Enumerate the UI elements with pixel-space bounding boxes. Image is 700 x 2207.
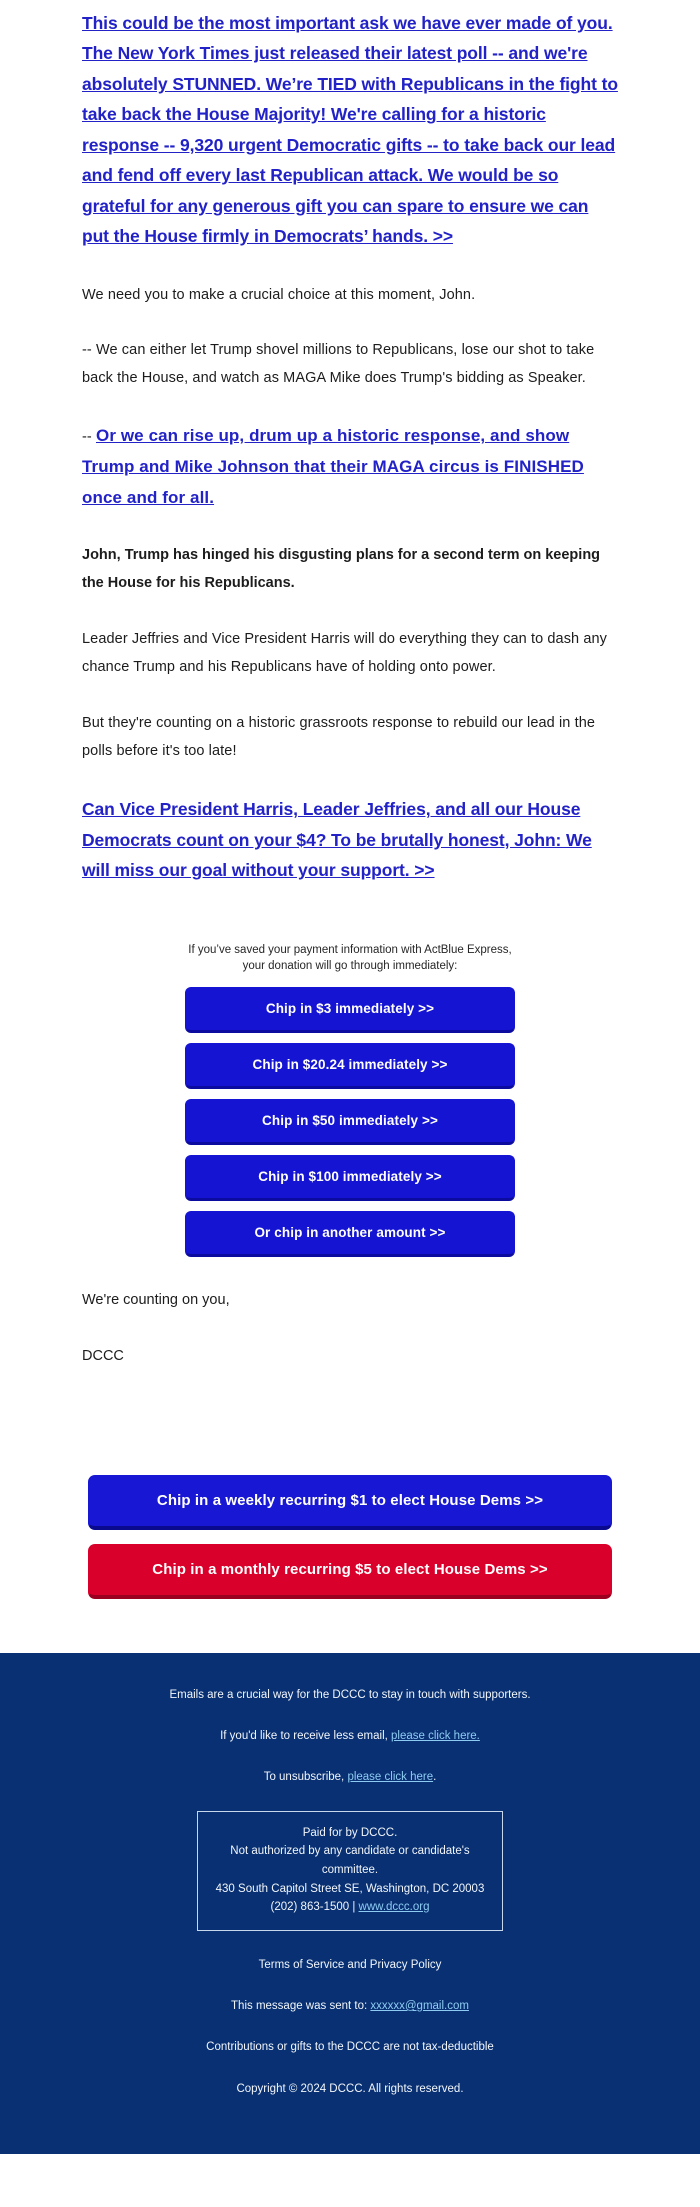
less-email-link[interactable]: please click here.: [391, 1730, 480, 1742]
signoff-organization: DCCC: [82, 1347, 124, 1364]
paragraph-jeffries-harris: Leader Jeffries and Vice President Harri…: [82, 631, 608, 676]
footer-copyright-line: Copyright © 2024 DCCC. All rights reserv…: [236, 2082, 464, 2095]
signoff-line: We're counting on you,: [82, 1291, 230, 1308]
top-spacer: [82, 0, 618, 8]
website-link[interactable]: www.dccc.org: [359, 1901, 430, 1913]
unsubscribe-text: To unsubscribe,: [263, 1771, 348, 1784]
unsubscribe-period: .: [433, 1771, 437, 1784]
donate-button-other[interactable]: Or chip in another amount >>: [185, 1210, 515, 1257]
recurring-weekly-button[interactable]: Chip in a weekly recurring $1 to elect H…: [88, 1474, 612, 1530]
donate-button-50[interactable]: Chip in $50 immediately >>: [185, 1098, 515, 1145]
less-email-text: If you'd like to receive less email,: [220, 1730, 392, 1743]
rise-up-link[interactable]: Or we can rise up, drum up a historic re…: [82, 426, 584, 507]
paragraph-trump-plans: John, Trump has hinged his disgusting pl…: [82, 547, 601, 592]
paragraph-crucial-choice: We need you to make a crucial choice at …: [82, 286, 476, 303]
cta-count-on-you-link[interactable]: Can Vice President Harris, Leader Jeffri…: [82, 794, 618, 885]
address-line: 430 South Capitol Street SE, Washington,…: [215, 1882, 485, 1895]
pre-footer-spacer: [0, 1599, 700, 1653]
unsubscribe-link[interactable]: please click here: [347, 1771, 433, 1783]
paragraph-rise-up: -- Or we can rise up, drum up a historic…: [82, 421, 618, 514]
paragraph-either-option: -- We can either let Trump shovel millio…: [82, 342, 595, 387]
footer-sent-to-line: This message was sent to: xxxxxx@gmail.c…: [40, 1998, 660, 2015]
recurring-monthly-button[interactable]: Chip in a monthly recurring $5 to elect …: [88, 1543, 612, 1599]
donate-button-2024[interactable]: Chip in $20.24 immediately >>: [185, 1042, 515, 1089]
donate-button-stack: Chip in $3 immediately >> Chip in $20.24…: [185, 986, 515, 1257]
not-authorized-line: Not authorized by any candidate or candi…: [230, 1845, 470, 1876]
footer-tax-line: Contributions or gifts to the DCCC are n…: [206, 2041, 494, 2054]
paid-for-by-box: Paid for by DCCC. Not authorized by any …: [197, 1810, 503, 1931]
footer-unsubscribe-line: To unsubscribe, please click here.: [40, 1769, 660, 1786]
footer-terms-line[interactable]: Terms of Service and Privacy Policy: [40, 1957, 660, 1974]
phone-number: (202) 863-1500 |: [270, 1901, 359, 1914]
recurring-donation-block: Chip in a weekly recurring $1 to elect H…: [0, 1474, 700, 1599]
express-note: If you’ve saved your payment information…: [82, 942, 618, 975]
sent-to-text: This message was sent to:: [231, 2000, 371, 2013]
pre-express-spacer: [82, 912, 618, 936]
footer-supporters-line: Emails are a crucial way for the DCCC to…: [169, 1688, 531, 1701]
footer-less-email-line: If you'd like to receive less email, ple…: [40, 1728, 660, 1745]
message-content-area: This could be the most important ask we …: [0, 0, 700, 1371]
paid-for-by-line: Paid for by DCCC.: [302, 1826, 398, 1839]
pre-recurring-spacer: [0, 1371, 700, 1475]
email-footer: Emails are a crucial way for the DCCC to…: [0, 1652, 700, 2154]
express-note-line-2: your donation will go through immediatel…: [242, 960, 458, 973]
express-note-line-1: If you’ve saved your payment information…: [188, 943, 512, 956]
hero-donate-link[interactable]: This could be the most important ask we …: [82, 8, 618, 252]
recipient-email-link[interactable]: xxxxxx@gmail.com: [370, 2000, 469, 2012]
paragraph-grassroots: But they're counting on a historic grass…: [82, 715, 596, 760]
express-donation-block: If you’ve saved your payment information…: [82, 936, 618, 1257]
email-body: This could be the most important ask we …: [0, 0, 700, 2154]
post-express-spacer: [82, 1257, 618, 1287]
donate-button-100[interactable]: Chip in $100 immediately >>: [185, 1154, 515, 1201]
donate-button-3[interactable]: Chip in $3 immediately >>: [185, 986, 515, 1033]
dash-prefix: --: [82, 429, 96, 446]
phone-and-website-line: (202) 863-1500 | www.dccc.org: [214, 1898, 486, 1917]
